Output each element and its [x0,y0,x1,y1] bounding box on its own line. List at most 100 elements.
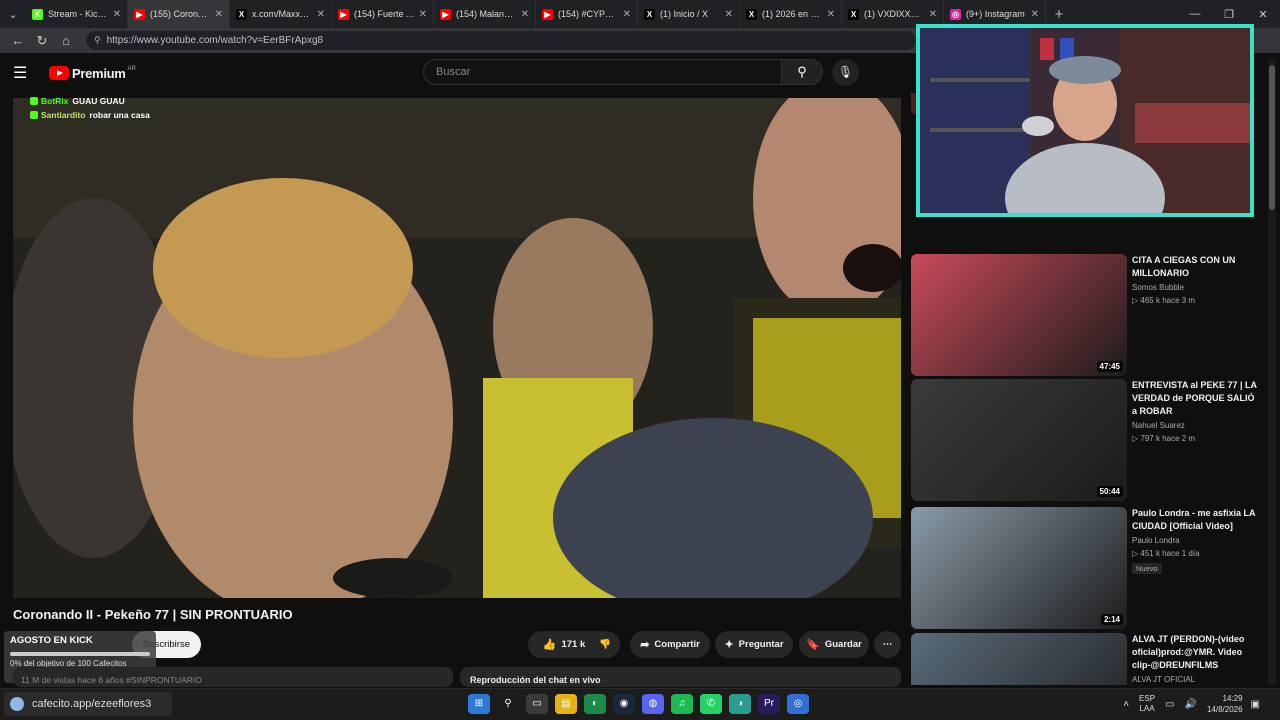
notifications-icon[interactable]: ▣ [1251,699,1260,710]
browser-tab[interactable]: ▶ (155) Coronando ✕ [128,0,230,28]
search-icon[interactable]: ⚲ [497,694,519,714]
browser-tab[interactable]: ▶ (154) Malandro - Qu ✕ [434,0,536,28]
browser-tab[interactable]: ▶ (154) Fuerte Apache ✕ [332,0,434,28]
tab-favicon-icon: X [644,8,655,20]
video-player[interactable] [13,98,901,598]
video-duration: 50:44 [1096,486,1123,497]
close-window-icon[interactable]: ✕ [1246,8,1280,21]
back-icon[interactable]: ← [6,33,30,48]
region-code: AR [127,66,136,72]
search-input[interactable]: Buscar [423,59,783,85]
edge-icon[interactable]: ◐ [584,694,606,714]
youtube-play-icon [49,66,69,80]
recommended-channel[interactable]: Somos Bubble [1132,283,1257,292]
spotify-icon[interactable]: ♫ [671,694,693,714]
tab-close-icon[interactable]: ✕ [827,9,835,20]
recommended-video[interactable]: 50:44 ENTREVISTA al PEKE 77 | LA VERDAD d… [911,379,1268,501]
browser-tab[interactable]: Xx.com/Maxx_Artist/s ✕ [230,0,332,28]
recommended-channel[interactable]: ALVA JT OFICIAL [1132,675,1257,684]
task-view-icon[interactable]: ▭ [526,694,548,714]
recommended-title[interactable]: Paulo Londra - me asfixia LA CIUDAD [Off… [1132,507,1257,533]
dislike-button[interactable]: 👎 [590,631,620,658]
recommended-video[interactable]: 47:45 CITA A CIEGAS CON UN MILLONARIO Somo… [911,254,1268,376]
search-icon[interactable]: ⚲ [781,59,823,85]
recommended-title[interactable]: CITA A CIEGAS CON UN MILLONARIO [1132,254,1257,280]
tab-favicon-icon: X [746,8,757,20]
network-icon[interactable]: ▭ [1165,699,1174,710]
url-input[interactable]: ⚲ https://www.youtube.com/watch?v=EerBFr… [86,31,916,50]
youtube-logo[interactable]: Premium AR [49,66,136,81]
browser-tab[interactable]: X (1) Inicio / X ✕ [638,0,740,28]
taskbar-search[interactable]: cafecito.app/ezeeflores3 [4,692,172,716]
reload-icon[interactable]: ↻ [30,33,54,49]
tab-close-icon[interactable]: ✕ [1031,9,1039,20]
edge-dev-icon[interactable]: ◑ [729,694,751,714]
recommended-channel[interactable]: Nahuel Suarez [1132,421,1257,430]
home-icon[interactable]: ⌂ [54,33,78,48]
video-thumbnail[interactable]: 50:44 [911,379,1127,501]
video-thumbnail[interactable]: 2:14 [911,507,1127,629]
file-explorer-icon[interactable]: ▤ [555,694,577,714]
premiere-icon[interactable]: Pr [758,694,780,714]
tab-title: x.com/Maxx_Artist/s [252,9,313,19]
tab-close-icon[interactable]: ✕ [725,9,733,20]
start-icon[interactable]: ⊞ [468,694,490,714]
clock[interactable]: 14:29 14/8/2026 [1207,693,1243,715]
tab-close-icon[interactable]: ✕ [215,9,223,20]
video-meta: CITA A CIEGAS CON UN MILLONARIO Somos Bub… [1132,254,1257,305]
microphone-icon[interactable]: 🎙 [832,59,859,86]
steam-icon[interactable]: ◉ [613,694,635,714]
ask-label: Preguntar [738,639,784,650]
new-tab-button[interactable]: + [1046,6,1072,23]
tab-title: Stream - Kick Dashb [48,9,109,19]
chat-username: Santiardito [41,110,86,120]
save-button[interactable]: 🔖 Guardar [799,631,869,658]
tab-search-icon[interactable]: ⌄ [0,0,26,28]
more-actions-button[interactable]: ⋯ [874,631,901,658]
recommended-channel[interactable]: Paulo Londra [1132,536,1257,545]
tray-chevron-icon[interactable]: ˄ [1123,699,1129,710]
restore-icon[interactable]: ❐ [1212,8,1246,21]
tab-favicon-icon: X [848,8,859,20]
recommended-title[interactable]: ENTREVISTA al PEKE 77 | LA VERDAD de POR… [1132,379,1257,418]
windows-taskbar: cafecito.app/ezeeflores3 ⊞ ⚲ ▭ ▤ ◐ ◉ ◍ ♫… [0,688,1280,720]
chrome-icon[interactable]: ◎ [787,694,809,714]
tab-close-icon[interactable]: ✕ [521,9,529,20]
description-box[interactable]: 11 M de vistas hace 6 años #SINPRONTUARI… [13,667,453,687]
video-duration: 2:14 [1100,614,1123,625]
discord-icon[interactable]: ◍ [642,694,664,714]
ask-button[interactable]: ✦ Preguntar [715,631,793,658]
recommended-title[interactable]: ALVA JT (PERDON)-(video oficial)prod:@YM… [1132,633,1257,672]
minimize-icon[interactable]: — [1178,8,1212,20]
site-info-icon[interactable]: ⚲ [94,35,101,46]
chat-replay-button[interactable]: Reproducción del chat en vivo [460,667,901,687]
tab-close-icon[interactable]: ✕ [929,9,937,20]
tab-close-icon[interactable]: ✕ [113,9,121,20]
tab-close-icon[interactable]: ✕ [419,9,427,20]
share-icon: ➦ [640,639,650,651]
scrollbar-thumb[interactable] [1269,65,1275,210]
video-meta: Paulo Londra - me asfixia LA CIUDAD [Off… [1132,507,1257,576]
tab-favicon-icon: ▶ [440,8,451,20]
whatsapp-icon[interactable]: ✆ [700,694,722,714]
menu-icon[interactable]: ☰ [13,63,41,83]
webcam-image [920,28,1250,213]
chat-message: robar una casa [89,110,150,120]
recommended-video[interactable]: ALVA JT (PERDON)-(video oficial)prod:@YM… [911,633,1268,685]
share-button[interactable]: ➦ Compartir [630,631,710,658]
language-indicator[interactable]: ESP LAA [1139,694,1155,714]
thumbs-up-icon: 👍 [542,639,557,651]
volume-icon[interactable]: 🔊 [1185,699,1197,710]
video-thumbnail[interactable]: 47:45 [911,254,1127,376]
tab-favicon-icon: ◎ [950,8,961,20]
view-count: 11 M de vistas hace 6 años #SINPRONTUARI… [21,675,202,685]
browser-tab[interactable]: K Stream - Kick Dashb ✕ [26,0,128,28]
browser-tab[interactable]: X (1) 2026 en X: "Beyo ✕ [740,0,842,28]
kick-badge-icon [30,111,38,119]
tab-close-icon[interactable]: ✕ [623,9,631,20]
browser-tab[interactable]: ▶ (154) #CYPHER VOL ✕ [536,0,638,28]
recommended-video[interactable]: 2:14 Paulo Londra - me asfixia LA CIUDAD … [911,507,1268,629]
video-thumbnail[interactable] [911,633,1127,685]
new-badge: Nuevo [1132,563,1162,574]
tab-close-icon[interactable]: ✕ [317,9,325,20]
